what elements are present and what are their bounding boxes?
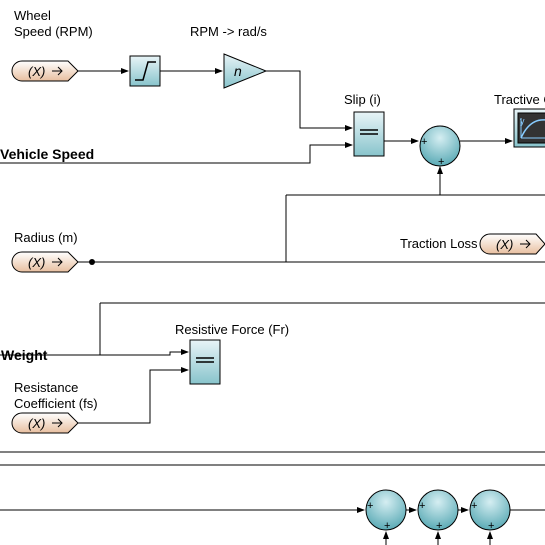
line-weight-to-fr [0,352,188,355]
svg-text:+: + [367,500,373,512]
svg-text:+: + [438,156,444,168]
input-resistance-coeff[interactable]: (X) [12,413,78,433]
svg-text:(X): (X) [496,237,513,252]
input-radius[interactable]: (X) [12,252,78,272]
line-gain-to-slip [266,71,352,128]
svg-text:+: + [471,500,477,512]
svg-text:+: + [488,520,494,532]
line-resist-to-fr [78,370,188,423]
svg-text:n: n [234,63,242,79]
resistive-force-block[interactable] [190,340,220,384]
sum-block-b[interactable]: + + [418,490,458,532]
svg-text:+: + [421,136,427,148]
svg-text:(X): (X) [28,255,45,270]
input-traction-loss[interactable]: (X) [480,234,545,254]
slip-divide-block[interactable] [354,112,384,156]
radius-node-dot [89,259,95,265]
sum-block-a[interactable]: + + [366,490,406,532]
gain-block[interactable]: n [224,54,266,88]
rate-limiter-block[interactable] [130,56,160,86]
sum-block-c[interactable]: + + [470,490,510,532]
svg-text:(X): (X) [28,64,45,79]
svg-text:y: y [520,116,525,126]
tractive-scope-block[interactable]: y [514,109,545,147]
diagram-svg: (X) (X) (X) (X) n + + [0,0,545,545]
sum-block-1[interactable]: + + [420,126,460,168]
line-vehiclespeed-to-slip [0,145,352,163]
svg-text:+: + [384,520,390,532]
input-wheel-speed[interactable]: (X) [12,61,78,81]
svg-text:+: + [419,500,425,512]
svg-text:(X): (X) [28,416,45,431]
svg-text:+: + [436,520,442,532]
